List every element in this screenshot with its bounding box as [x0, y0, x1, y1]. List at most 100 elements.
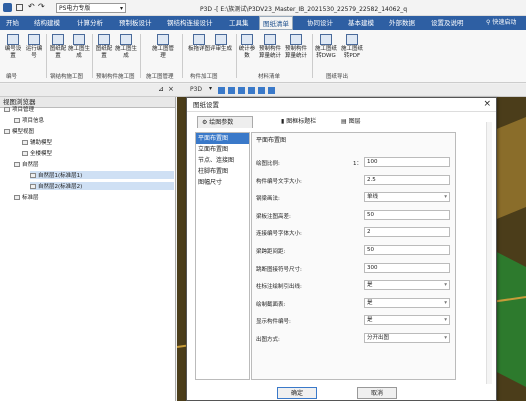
tree-item-standard-floor[interactable]: 标准层: [14, 193, 39, 201]
steel-drawing-config-button[interactable]: 图纸配置: [48, 34, 68, 60]
group-steel-drawings: 钢结构施工图: [50, 74, 84, 80]
number-settings-button[interactable]: 编号设置: [3, 34, 23, 60]
statistics-params-label: 统计参数: [238, 46, 256, 59]
statistics-params-button[interactable]: 统计参数: [238, 34, 256, 60]
folder-icon: [4, 107, 10, 112]
field-input[interactable]: 2: [364, 227, 450, 238]
close-icon[interactable]: ×: [483, 100, 491, 109]
steel-drawing-generate-button[interactable]: 施工图生成: [68, 34, 90, 60]
drawing-settings-dialog: 图纸设置 × ⚙ 绘图参数 ▮ 图框标题栏 ▤ 图层 平面布置图 立面布置图 节…: [186, 97, 497, 401]
quick-launch[interactable]: ⚲ 快速启动: [486, 18, 516, 28]
field-input[interactable]: 300: [364, 262, 450, 273]
tab-label: 图框标题栏: [286, 118, 317, 125]
field-select[interactable]: 单线: [364, 192, 450, 203]
field-select[interactable]: 是: [364, 280, 450, 291]
group-drawing-export: 图纸导出: [326, 74, 349, 80]
ribbon: 编号设置 运行编号 图纸配置 施工图生成 图纸配置 施工图生成 施工图管理 板拖…: [0, 30, 526, 83]
number-settings-icon: [7, 34, 19, 45]
menu-drawing-list[interactable]: 图纸清单: [259, 16, 293, 30]
field-input[interactable]: 2.5: [364, 174, 450, 185]
group-numbering: 编号: [6, 74, 18, 80]
menu-analysis[interactable]: 计算分析: [74, 16, 106, 30]
cube-icon[interactable]: [238, 87, 245, 94]
dialog-title: 图纸设置: [187, 98, 496, 112]
ribbon-separator: [312, 34, 313, 78]
field-input[interactable]: 50: [364, 245, 450, 255]
close-icon[interactable]: ×: [168, 85, 174, 93]
tree-item-floor-2[interactable]: 自然层2(标准层2): [30, 182, 174, 190]
side-item-plan-layout[interactable]: 平面布置图: [196, 133, 249, 144]
precast-drawing-generate-label: 施工图生成: [115, 46, 138, 59]
field-input[interactable]: 100: [364, 157, 450, 167]
precast-drawing-generate-button[interactable]: 施工图生成: [115, 34, 137, 60]
field-label: 梁板注图高差:: [256, 213, 291, 220]
tree-item-model-view[interactable]: 模型视图: [4, 127, 34, 135]
menu-start[interactable]: 开始: [3, 16, 22, 30]
menu-structure-modeling[interactable]: 结构建模: [31, 16, 63, 30]
search-icon: ⚲: [486, 19, 491, 26]
ok-button[interactable]: 确定: [277, 387, 317, 399]
save-icon[interactable]: [16, 4, 23, 11]
menu-toolset[interactable]: 工具集: [226, 16, 252, 30]
side-item-column-base[interactable]: 柱脚布置图: [196, 166, 249, 177]
cancel-button[interactable]: 取消: [357, 387, 397, 399]
tree-item-project-management[interactable]: 项目管理: [4, 105, 34, 113]
side-item-sheet-size[interactable]: 图幅尺寸: [196, 177, 249, 188]
tree-item-floor-1[interactable]: 自然层1(标准层1): [30, 171, 174, 179]
run-numbering-icon: [28, 34, 40, 45]
side-item-node-connection[interactable]: 节点、连接图: [196, 155, 249, 166]
run-numbering-button[interactable]: 运行编号: [24, 34, 44, 60]
tree-item-natural-floor[interactable]: 自然层: [14, 160, 39, 168]
pdf-icon: [346, 34, 358, 45]
field-select[interactable]: 是: [364, 297, 450, 308]
export-dwg-button[interactable]: 施工图纸转DWG: [314, 34, 338, 60]
undo-icon[interactable]: ↶: [28, 2, 35, 11]
group-material-list: 材料清单: [258, 74, 281, 80]
scrollbar[interactable]: [486, 122, 492, 384]
redo-icon[interactable]: ↷: [38, 2, 45, 11]
tab-drawing-params[interactable]: ⚙ 绘图参数: [197, 116, 253, 128]
field-label: 梁跨距间距:: [256, 249, 286, 255]
group-drawing-management: 施工图管理: [146, 74, 174, 80]
cube-icon[interactable]: [268, 87, 275, 94]
cube-icon[interactable]: [218, 87, 225, 94]
drawing-management-icon: [157, 34, 169, 45]
menu-collaboration[interactable]: 协同设计: [304, 16, 336, 30]
model-icon: [22, 140, 28, 145]
group-fabrication: 构件加工图: [190, 74, 218, 80]
menu-settings[interactable]: 设置及说明: [428, 16, 467, 30]
export-pdf-button[interactable]: 施工图纸转PDF: [340, 34, 364, 60]
tree-label: 自然层2(标准层2): [38, 184, 83, 190]
menu-basic-modeling[interactable]: 基本建模: [345, 16, 377, 30]
review-generate-button[interactable]: 评审生成: [210, 34, 232, 53]
menu-precast-slab[interactable]: 预制板设计: [116, 16, 155, 30]
field-select[interactable]: 分开出图: [364, 333, 450, 343]
drawing-generate-icon: [120, 34, 132, 45]
side-item-elevation-layout[interactable]: 立面布置图: [196, 144, 249, 155]
precast-quantity-button[interactable]: 预制构件算量统计: [258, 34, 282, 60]
pin-icon[interactable]: ⊿: [158, 85, 164, 93]
tree-item-aux-model[interactable]: 辅助模型: [22, 138, 52, 146]
menu-steel-connection[interactable]: 钢结构连接设计: [164, 16, 216, 30]
menu-external-data[interactable]: 外部数据: [386, 16, 418, 30]
tree-item-project-info[interactable]: 项目信息: [14, 116, 44, 124]
precast-drawing-config-button[interactable]: 图纸配置: [94, 34, 114, 60]
project-select[interactable]: PS电力专版 ▾: [56, 3, 126, 13]
chevron-down-icon[interactable]: ▾: [209, 85, 212, 92]
cube-icon[interactable]: [228, 87, 235, 94]
cube-icon[interactable]: [248, 87, 255, 94]
slab-detail-button[interactable]: 板拖详图: [188, 34, 210, 53]
drawing-management-button[interactable]: 施工图管理: [150, 34, 176, 60]
tab-layers[interactable]: ▤ 图层: [337, 116, 365, 128]
tab-title-block[interactable]: ▮ 图框标题栏: [277, 116, 320, 128]
tree-item-full-model[interactable]: 全楼模型: [22, 149, 52, 157]
chevron-down-icon: ▾: [119, 5, 123, 12]
field-select[interactable]: 是: [364, 315, 450, 326]
cube-icon[interactable]: [258, 87, 265, 94]
view-3d-icon[interactable]: P3D: [190, 86, 202, 93]
precast-quantity-button-2[interactable]: 预制构件算量统计: [284, 34, 308, 60]
field-label: 绘制截面表:: [256, 301, 286, 308]
tree-label: 全楼模型: [30, 151, 53, 157]
field-input[interactable]: 50: [364, 209, 450, 220]
quantity-icon: [290, 34, 302, 45]
